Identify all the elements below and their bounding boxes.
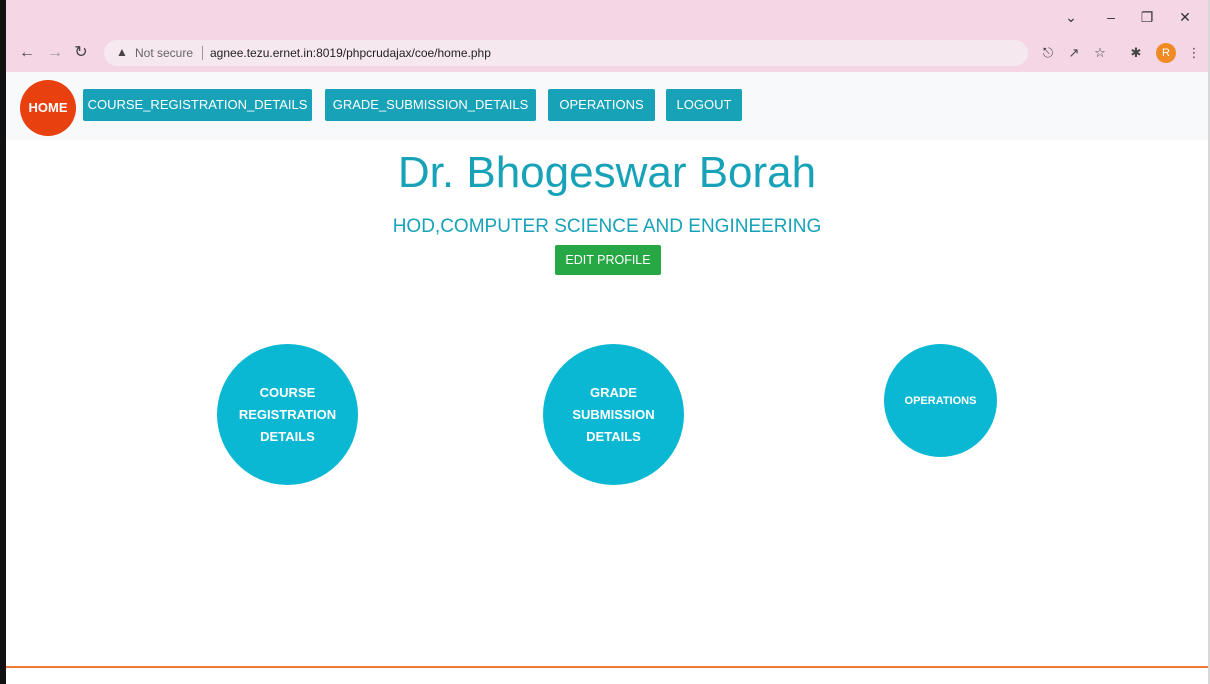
operations-tile[interactable]: OPERATIONS [884,344,997,457]
browser-title-bar: ⌄ – ❐ ✕ [6,0,1208,34]
share-icon[interactable]: ↗ [1064,43,1084,63]
user-designation: HOD,COMPUTER SCIENCE AND ENGINEERING [392,216,822,237]
nav-grade-submission-details[interactable]: GRADE_SUBMISSION_DETAILS [325,89,536,121]
home-button[interactable]: HOME [20,80,76,136]
tile-label: GRADE SUBMISSION DETAILS [572,384,655,444]
course-registration-details-tile[interactable]: COURSE REGISTRATION DETAILS [217,344,358,485]
user-name: Dr. Bhogeswar Borah [397,148,817,197]
nav-operations[interactable]: OPERATIONS [548,89,655,121]
tile-label: COURSE REGISTRATION DETAILS [238,384,337,444]
tile-label: OPERATIONS [904,394,977,407]
restore-icon[interactable]: ❐ [1134,6,1160,28]
browser-toolbar: ← → ↻ ▲ Not secure agnee.tezu.ernet.in:8… [6,34,1208,72]
close-icon[interactable]: ✕ [1172,6,1198,28]
footer-divider [6,666,1208,668]
url-text[interactable]: agnee.tezu.ernet.in:8019/phpcrudajax/coe… [210,40,491,66]
extensions-icon[interactable]: ✱ [1126,43,1146,63]
minimize-icon[interactable]: – [1098,6,1124,28]
tab-search-chevron-icon[interactable]: ⌄ [1058,6,1084,28]
security-status[interactable]: Not secure [135,40,193,66]
warning-icon[interactable]: ▲ [116,45,130,59]
key-icon[interactable]: ⎋ [1038,43,1058,63]
edit-profile-button[interactable]: EDIT PROFILE [555,245,661,275]
menu-icon[interactable]: ⋮ [1184,43,1204,63]
profile-avatar[interactable]: R [1156,43,1176,63]
address-divider [202,46,203,60]
nav-course-registration-details[interactable]: COURSE_REGISTRATION_DETAILS [83,89,312,121]
reload-icon[interactable]: ↻ [70,42,92,64]
back-arrow-icon[interactable]: ← [16,42,38,64]
star-icon[interactable]: ☆ [1090,43,1110,63]
forward-arrow-icon[interactable]: → [44,42,66,64]
nav-logout[interactable]: LOGOUT [666,89,742,121]
site-navbar: HOME COURSE_REGISTRATION_DETAILS GRADE_S… [6,72,1208,140]
address-bar[interactable]: ▲ Not secure agnee.tezu.ernet.in:8019/ph… [104,40,1028,66]
grade-submission-details-tile[interactable]: GRADE SUBMISSION DETAILS [543,344,684,485]
